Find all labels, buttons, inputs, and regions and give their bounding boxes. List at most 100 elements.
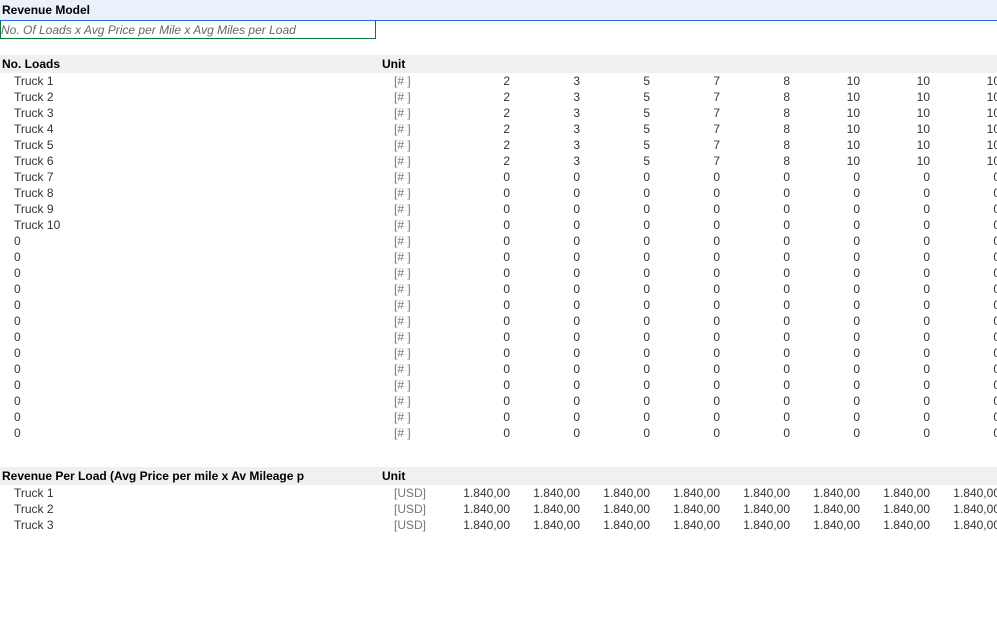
- cell-value[interactable]: 0: [932, 394, 997, 408]
- cell-value[interactable]: 0: [652, 282, 722, 296]
- row-label[interactable]: Truck 6: [0, 154, 394, 168]
- cell-value[interactable]: 0: [652, 298, 722, 312]
- cell-value[interactable]: 1.840,00: [582, 518, 652, 532]
- cell-value[interactable]: 0: [442, 410, 512, 424]
- cell-value[interactable]: 0: [442, 186, 512, 200]
- cell-value[interactable]: 1.840,00: [652, 502, 722, 516]
- cell-value[interactable]: 0: [862, 394, 932, 408]
- cell-value[interactable]: 1.840,00: [442, 518, 512, 532]
- cell-value[interactable]: 0: [932, 266, 997, 280]
- cell-value[interactable]: 1.840,00: [792, 486, 862, 500]
- cell-value[interactable]: 0: [722, 170, 792, 184]
- cell-value[interactable]: 0: [862, 330, 932, 344]
- cell-value[interactable]: 2: [442, 138, 512, 152]
- row-unit[interactable]: [USD]: [394, 518, 442, 532]
- cell-value[interactable]: 5: [582, 138, 652, 152]
- cell-value[interactable]: 0: [512, 218, 582, 232]
- cell-value[interactable]: 1.840,00: [582, 502, 652, 516]
- cell-value[interactable]: 2: [442, 154, 512, 168]
- cell-value[interactable]: 0: [442, 234, 512, 248]
- cell-value[interactable]: 0: [582, 394, 652, 408]
- cell-value[interactable]: 10: [932, 74, 997, 88]
- row-unit[interactable]: [# ]: [394, 266, 442, 280]
- row-label[interactable]: 0: [0, 394, 394, 408]
- cell-value[interactable]: 0: [582, 266, 652, 280]
- row-label[interactable]: 0: [0, 410, 394, 424]
- row-unit[interactable]: [# ]: [394, 250, 442, 264]
- cell-value[interactable]: 0: [862, 250, 932, 264]
- cell-value[interactable]: 10: [932, 154, 997, 168]
- row-label[interactable]: Truck 10: [0, 218, 394, 232]
- cell-value[interactable]: 7: [652, 106, 722, 120]
- row-unit[interactable]: [# ]: [394, 362, 442, 376]
- formula-cell[interactable]: No. Of Loads x Avg Price per Mile x Avg …: [0, 21, 376, 39]
- cell-value[interactable]: 0: [862, 314, 932, 328]
- cell-value[interactable]: 0: [722, 250, 792, 264]
- cell-value[interactable]: 8: [722, 74, 792, 88]
- cell-value[interactable]: 7: [652, 154, 722, 168]
- cell-value[interactable]: 0: [862, 170, 932, 184]
- row-unit[interactable]: [# ]: [394, 186, 442, 200]
- cell-value[interactable]: 0: [722, 394, 792, 408]
- cell-value[interactable]: 10: [862, 154, 932, 168]
- row-unit[interactable]: [# ]: [394, 410, 442, 424]
- cell-value[interactable]: 0: [862, 266, 932, 280]
- row-unit[interactable]: [# ]: [394, 218, 442, 232]
- cell-value[interactable]: 0: [442, 346, 512, 360]
- cell-value[interactable]: 1.840,00: [512, 518, 582, 532]
- cell-value[interactable]: 0: [932, 202, 997, 216]
- cell-value[interactable]: 0: [442, 250, 512, 264]
- cell-value[interactable]: 0: [722, 362, 792, 376]
- cell-value[interactable]: 0: [652, 410, 722, 424]
- row-unit[interactable]: [# ]: [394, 234, 442, 248]
- cell-value[interactable]: 2: [442, 106, 512, 120]
- row-unit[interactable]: [# ]: [394, 122, 442, 136]
- cell-value[interactable]: 0: [582, 234, 652, 248]
- cell-value[interactable]: 0: [582, 314, 652, 328]
- cell-value[interactable]: 0: [652, 330, 722, 344]
- cell-value[interactable]: 3: [512, 122, 582, 136]
- cell-value[interactable]: 0: [722, 186, 792, 200]
- cell-value[interactable]: 10: [862, 90, 932, 104]
- cell-value[interactable]: 0: [792, 234, 862, 248]
- cell-value[interactable]: 3: [512, 106, 582, 120]
- row-label[interactable]: 0: [0, 362, 394, 376]
- row-unit[interactable]: [# ]: [394, 154, 442, 168]
- cell-value[interactable]: 1.840,00: [722, 486, 792, 500]
- cell-value[interactable]: 10: [792, 138, 862, 152]
- row-unit[interactable]: [# ]: [394, 90, 442, 104]
- cell-value[interactable]: 0: [512, 346, 582, 360]
- row-label[interactable]: Truck 5: [0, 138, 394, 152]
- row-unit[interactable]: [# ]: [394, 378, 442, 392]
- row-unit[interactable]: [USD]: [394, 502, 442, 516]
- cell-value[interactable]: 0: [792, 202, 862, 216]
- row-unit[interactable]: [# ]: [394, 394, 442, 408]
- cell-value[interactable]: 0: [512, 266, 582, 280]
- cell-value[interactable]: 0: [652, 378, 722, 392]
- cell-value[interactable]: 0: [652, 250, 722, 264]
- cell-value[interactable]: 0: [512, 378, 582, 392]
- row-unit[interactable]: [# ]: [394, 106, 442, 120]
- cell-value[interactable]: 10: [792, 122, 862, 136]
- cell-value[interactable]: 0: [792, 298, 862, 312]
- cell-value[interactable]: 1.840,00: [442, 502, 512, 516]
- cell-value[interactable]: 5: [582, 106, 652, 120]
- cell-value[interactable]: 0: [652, 234, 722, 248]
- cell-value[interactable]: 8: [722, 90, 792, 104]
- cell-value[interactable]: 0: [932, 346, 997, 360]
- row-label[interactable]: Truck 3: [0, 518, 394, 532]
- cell-value[interactable]: 0: [512, 170, 582, 184]
- cell-value[interactable]: 7: [652, 90, 722, 104]
- cell-value[interactable]: 0: [792, 314, 862, 328]
- cell-value[interactable]: 0: [652, 346, 722, 360]
- cell-value[interactable]: 10: [932, 138, 997, 152]
- cell-value[interactable]: 0: [792, 266, 862, 280]
- cell-value[interactable]: 10: [862, 106, 932, 120]
- cell-value[interactable]: 0: [442, 394, 512, 408]
- cell-value[interactable]: 5: [582, 90, 652, 104]
- row-label[interactable]: 0: [0, 234, 394, 248]
- cell-value[interactable]: 0: [652, 186, 722, 200]
- cell-value[interactable]: 0: [792, 250, 862, 264]
- cell-value[interactable]: 0: [582, 362, 652, 376]
- cell-value[interactable]: 0: [512, 426, 582, 440]
